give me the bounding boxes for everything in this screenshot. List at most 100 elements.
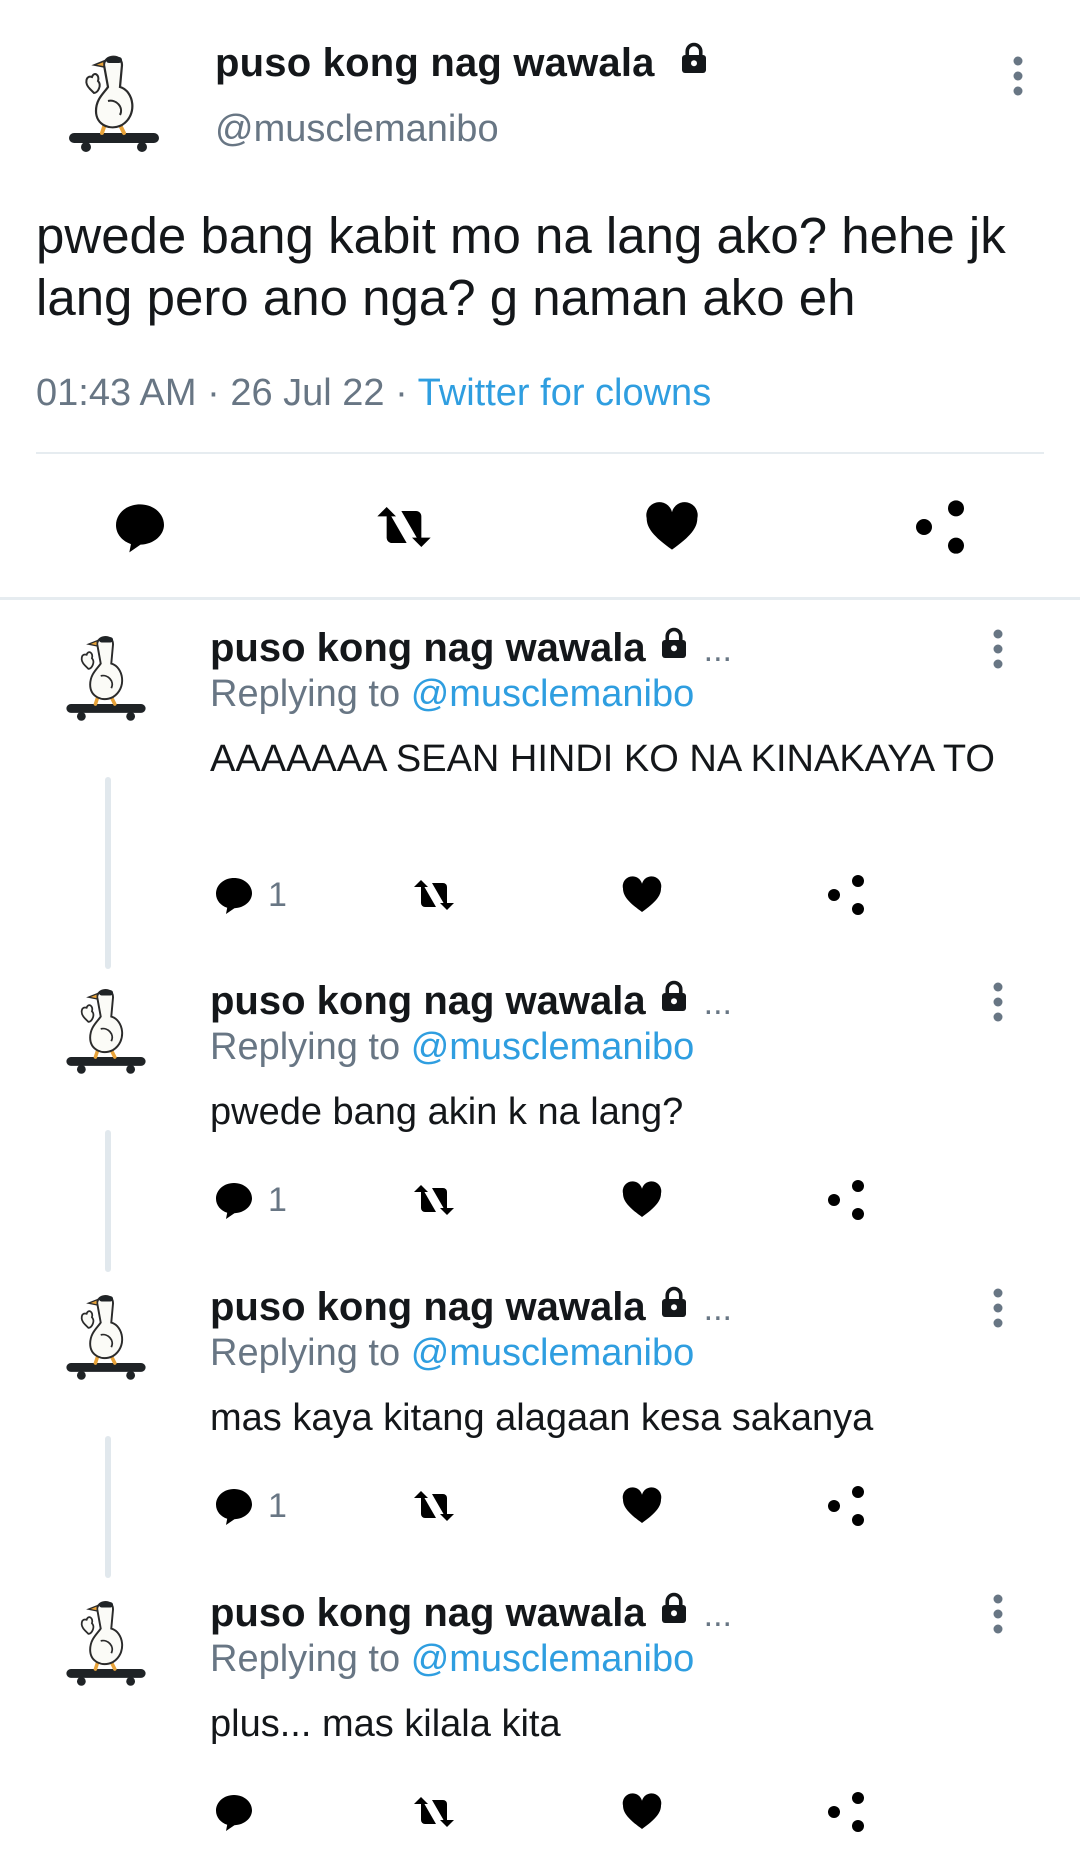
heart-icon bbox=[618, 1482, 666, 1530]
more-vertical-icon[interactable] bbox=[983, 980, 1013, 1024]
display-name[interactable]: puso kong nag wawala... bbox=[210, 1590, 732, 1636]
heart-icon bbox=[618, 871, 666, 919]
name-ellipsis: ... bbox=[703, 1290, 732, 1328]
display-name-text: puso kong nag wawala bbox=[210, 626, 646, 670]
meta-separator: · bbox=[207, 372, 220, 414]
replying-handle-link[interactable]: @musclemanibo bbox=[411, 1638, 695, 1680]
reply-icon bbox=[210, 1788, 258, 1836]
name-ellipsis: ... bbox=[703, 631, 732, 669]
reply-icon bbox=[210, 1482, 258, 1530]
tweet-time: 01:43 AM bbox=[36, 372, 197, 414]
lock-icon bbox=[676, 40, 712, 76]
replying-to: Replying to @musclemanibo bbox=[210, 1026, 694, 1069]
retweet-icon bbox=[410, 1176, 458, 1224]
like-button[interactable] bbox=[618, 1174, 666, 1226]
reply-text: AAAAAAA SEAN HINDI KO NA KINAKAYA TO bbox=[210, 738, 995, 780]
reply-count: 1 bbox=[268, 1180, 287, 1219]
retweet-button[interactable] bbox=[410, 869, 458, 921]
replying-handle-link[interactable]: @musclemanibo bbox=[411, 1026, 695, 1068]
replying-label: Replying to bbox=[210, 1638, 401, 1680]
like-button[interactable] bbox=[618, 869, 666, 921]
display-name-text: puso kong nag wawala bbox=[210, 979, 646, 1023]
replying-to: Replying to @musclemanibo bbox=[210, 1638, 694, 1681]
replying-to: Replying to @musclemanibo bbox=[210, 673, 694, 716]
tweet-source-link[interactable]: Twitter for clowns bbox=[418, 372, 712, 414]
reply-actions: 1 bbox=[210, 1480, 910, 1532]
reply-actions bbox=[210, 1786, 910, 1838]
name-ellipsis: ... bbox=[703, 984, 732, 1022]
reply-text: plus... mas kilala kita bbox=[210, 1703, 561, 1745]
share-icon bbox=[822, 1788, 870, 1836]
thread-line bbox=[105, 1130, 111, 1272]
avatar[interactable] bbox=[62, 625, 150, 725]
heart-icon[interactable] bbox=[640, 495, 704, 559]
lock-icon bbox=[656, 978, 692, 1014]
reply-icon bbox=[210, 1176, 258, 1224]
replying-handle-link[interactable]: @musclemanibo bbox=[411, 673, 695, 715]
reply-text: mas kaya kitang alagaan kesa sakanya bbox=[210, 1397, 874, 1439]
display-name-text: puso kong nag wawala bbox=[210, 1591, 646, 1635]
user-handle[interactable]: @musclemanibo bbox=[215, 108, 499, 151]
display-name-text: puso kong nag wawala bbox=[215, 41, 655, 85]
tweet-text: pwede bang kabit mo na lang ako? hehe jk… bbox=[36, 207, 1006, 326]
retweet-icon bbox=[410, 1482, 458, 1530]
meta-separator: · bbox=[395, 372, 408, 414]
more-vertical-icon[interactable] bbox=[983, 1592, 1013, 1636]
more-vertical-icon[interactable] bbox=[1003, 54, 1033, 98]
retweet-button[interactable] bbox=[410, 1174, 458, 1226]
reply-button[interactable]: 1 bbox=[210, 1480, 287, 1532]
retweet-icon bbox=[410, 1788, 458, 1836]
lock-icon bbox=[656, 1284, 692, 1320]
replying-handle-link[interactable]: @musclemanibo bbox=[411, 1332, 695, 1374]
avatar[interactable] bbox=[62, 1284, 150, 1384]
more-vertical-icon[interactable] bbox=[983, 627, 1013, 671]
reply-button[interactable]: 1 bbox=[210, 869, 287, 921]
retweet-button[interactable] bbox=[410, 1480, 458, 1532]
like-button[interactable] bbox=[618, 1786, 666, 1838]
share-button[interactable] bbox=[822, 1480, 870, 1532]
more-vertical-icon[interactable] bbox=[983, 1286, 1013, 1330]
display-name[interactable]: puso kong nag wawala... bbox=[210, 1284, 732, 1330]
share-icon bbox=[822, 871, 870, 919]
share-icon bbox=[822, 1482, 870, 1530]
replying-label: Replying to bbox=[210, 1026, 401, 1068]
reply-icon bbox=[210, 871, 258, 919]
reply-text: pwede bang akin k na lang? bbox=[210, 1091, 684, 1133]
reply-actions: 1 bbox=[210, 1174, 910, 1226]
reply-count: 1 bbox=[268, 1486, 287, 1525]
tweet-meta: 01:43 AM · 26 Jul 22 · Twitter for clown… bbox=[36, 372, 711, 415]
avatar[interactable] bbox=[64, 45, 164, 155]
replying-label: Replying to bbox=[210, 673, 401, 715]
name-ellipsis: ... bbox=[703, 1596, 732, 1634]
replying-to: Replying to @musclemanibo bbox=[210, 1332, 694, 1375]
display-name[interactable]: puso kong nag wawala bbox=[215, 40, 712, 86]
reply-actions: 1 bbox=[210, 869, 910, 921]
reply-button[interactable]: 1 bbox=[210, 1174, 287, 1226]
share-button[interactable] bbox=[822, 1174, 870, 1226]
thread-line bbox=[105, 1436, 111, 1578]
share-icon bbox=[822, 1176, 870, 1224]
like-button[interactable] bbox=[618, 1480, 666, 1532]
heart-icon bbox=[618, 1176, 666, 1224]
replying-label: Replying to bbox=[210, 1332, 401, 1374]
reply-count: 1 bbox=[268, 875, 287, 914]
reply-icon[interactable] bbox=[108, 495, 172, 559]
share-button[interactable] bbox=[822, 869, 870, 921]
display-name-text: puso kong nag wawala bbox=[210, 1285, 646, 1329]
display-name[interactable]: puso kong nag wawala... bbox=[210, 625, 732, 671]
lock-icon bbox=[656, 1590, 692, 1626]
share-icon[interactable] bbox=[908, 495, 972, 559]
avatar[interactable] bbox=[62, 978, 150, 1078]
tweet-date[interactable]: 26 Jul 22 bbox=[230, 372, 384, 414]
divider bbox=[36, 452, 1044, 454]
retweet-button[interactable] bbox=[410, 1786, 458, 1838]
reply-button[interactable] bbox=[210, 1786, 268, 1838]
retweet-icon[interactable] bbox=[372, 495, 436, 559]
avatar[interactable] bbox=[62, 1590, 150, 1690]
retweet-icon bbox=[410, 871, 458, 919]
lock-icon bbox=[656, 625, 692, 661]
heart-icon bbox=[618, 1788, 666, 1836]
display-name[interactable]: puso kong nag wawala... bbox=[210, 978, 732, 1024]
thread-line bbox=[105, 777, 111, 969]
share-button[interactable] bbox=[822, 1786, 870, 1838]
